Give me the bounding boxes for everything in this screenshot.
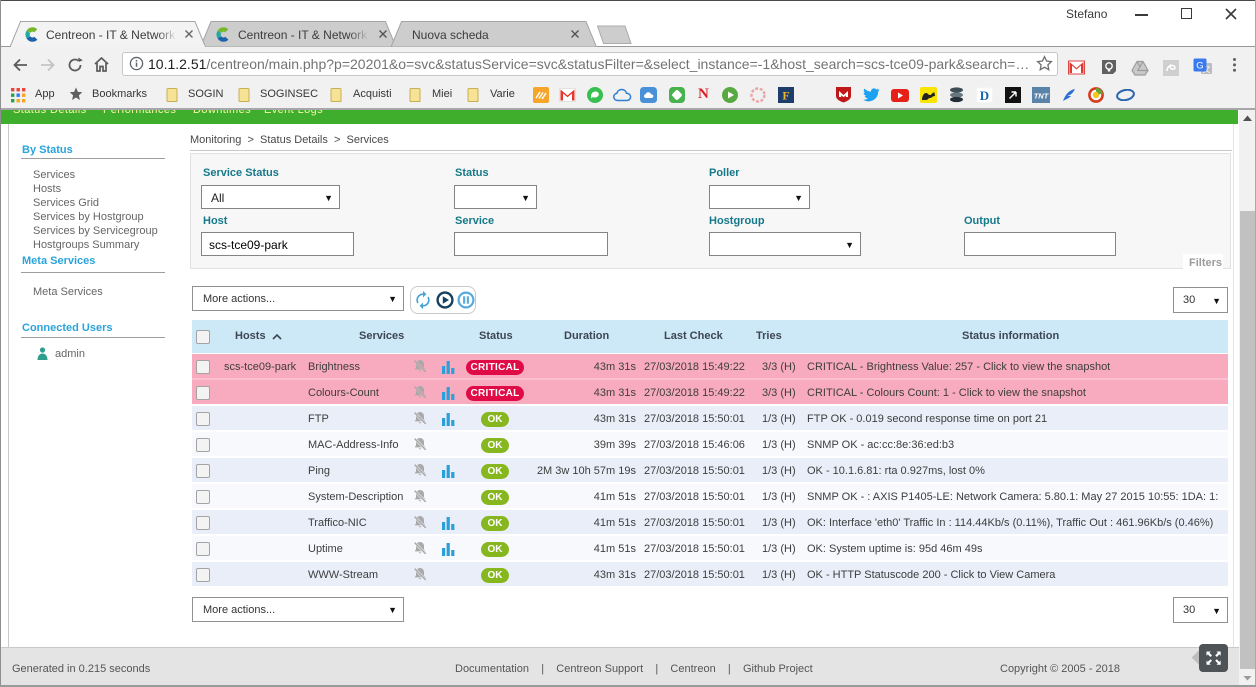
svg-text:D: D bbox=[980, 88, 989, 103]
svg-text:F: F bbox=[782, 89, 789, 103]
svg-text:TNT: TNT bbox=[1034, 92, 1050, 101]
svg-text:G: G bbox=[1196, 60, 1203, 71]
